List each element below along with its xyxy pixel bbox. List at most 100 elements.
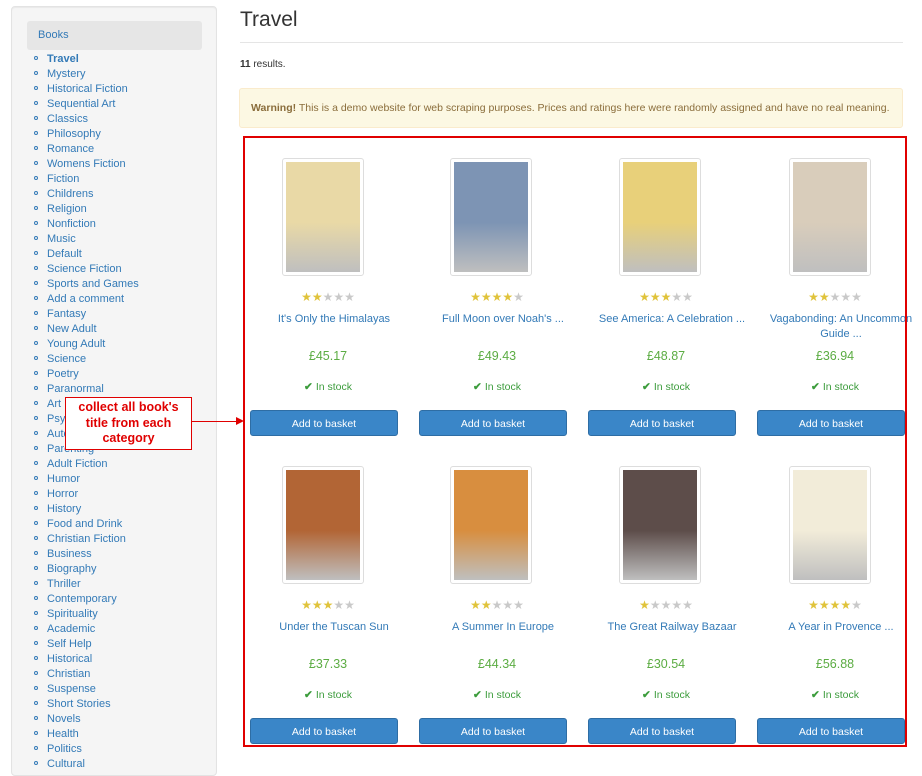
circle-bullet-icon (34, 56, 38, 60)
sidebar-item: Religion (18, 202, 139, 217)
category-link[interactable]: Religion (47, 203, 87, 215)
category-link[interactable]: Classics (47, 113, 88, 125)
results-number: 11 (240, 59, 251, 70)
selection-highlight-box (243, 136, 907, 747)
sidebar-item: Fantasy (18, 307, 139, 322)
sidebar-heading-books[interactable]: Books (27, 21, 202, 50)
category-link[interactable]: Historical Fiction (47, 83, 128, 95)
circle-bullet-icon (34, 116, 38, 120)
category-link[interactable]: Fantasy (47, 308, 86, 320)
sidebar-item: Business (18, 547, 139, 562)
sidebar-item: Music (18, 232, 139, 247)
circle-bullet-icon (34, 536, 38, 540)
category-link[interactable]: Suspense (47, 683, 96, 695)
sidebar: Books Travel Mystery Historical Fiction Seq… (11, 6, 217, 776)
category-link[interactable]: Politics (47, 743, 82, 755)
sidebar-item: Travel (18, 52, 139, 67)
category-link[interactable]: Humor (47, 473, 80, 485)
sidebar-item: Health (18, 727, 139, 742)
annotation-callout: collect all book's title from each categ… (65, 397, 192, 450)
sidebar-item: Young Adult (18, 337, 139, 352)
circle-bullet-icon (34, 611, 38, 615)
category-link[interactable]: Short Stories (47, 698, 111, 710)
category-link[interactable]: Sports and Games (47, 278, 139, 290)
results-label: results. (250, 59, 286, 70)
category-link[interactable]: Childrens (47, 188, 93, 200)
category-link[interactable]: Cultural (47, 758, 85, 770)
category-link[interactable]: New Adult (47, 323, 97, 335)
circle-bullet-icon (34, 86, 38, 90)
sidebar-item: Politics (18, 742, 139, 757)
category-link[interactable]: Womens Fiction (47, 158, 126, 170)
category-link[interactable]: Self Help (47, 638, 92, 650)
sidebar-item: Horror (18, 487, 139, 502)
circle-bullet-icon (34, 686, 38, 690)
category-link[interactable]: Academic (47, 623, 95, 635)
category-link[interactable]: Philosophy (47, 128, 101, 140)
category-link[interactable]: Music (47, 233, 76, 245)
results-count: 11 results. (240, 59, 286, 70)
sidebar-item: History (18, 502, 139, 517)
category-link[interactable]: Mystery (47, 68, 86, 80)
sidebar-item: Historical (18, 652, 139, 667)
category-link[interactable]: Add a comment (47, 293, 124, 305)
sidebar-item: Academic (18, 622, 139, 637)
circle-bullet-icon (34, 311, 38, 315)
circle-bullet-icon (34, 476, 38, 480)
category-link[interactable]: Fiction (47, 173, 79, 185)
category-link[interactable]: Paranormal (47, 383, 104, 395)
category-link[interactable]: Business (47, 548, 92, 560)
warning-strong: Warning! (251, 102, 297, 114)
annotation-arrow-head-icon (236, 417, 244, 425)
sidebar-item: Short Stories (18, 697, 139, 712)
category-link[interactable]: Science Fiction (47, 263, 122, 275)
category-link[interactable]: Adult Fiction (47, 458, 108, 470)
sidebar-item: Add a comment (18, 292, 139, 307)
category-link[interactable]: Spirituality (47, 608, 98, 620)
category-link[interactable]: Default (47, 248, 82, 260)
category-link[interactable]: Christian Fiction (47, 533, 126, 545)
category-link[interactable]: Thriller (47, 578, 81, 590)
category-link[interactable]: Travel (47, 53, 79, 65)
circle-bullet-icon (34, 716, 38, 720)
sidebar-item: Nonfiction (18, 217, 139, 232)
category-link[interactable]: Biography (47, 563, 97, 575)
category-link[interactable]: Horror (47, 488, 78, 500)
circle-bullet-icon (34, 266, 38, 270)
sidebar-item: Humor (18, 472, 139, 487)
category-link[interactable]: Sequential Art (47, 98, 116, 110)
circle-bullet-icon (34, 221, 38, 225)
category-link[interactable]: Nonfiction (47, 218, 96, 230)
category-link[interactable]: History (47, 503, 81, 515)
sidebar-item: Christian (18, 667, 139, 682)
sidebar-item: Sequential Art (18, 97, 139, 112)
circle-bullet-icon (34, 701, 38, 705)
sidebar-item: Default (18, 247, 139, 262)
circle-bullet-icon (34, 446, 38, 450)
category-link[interactable]: Christian (47, 668, 90, 680)
category-link[interactable]: Novels (47, 713, 81, 725)
category-link[interactable]: Contemporary (47, 593, 117, 605)
category-link[interactable]: Poetry (47, 368, 79, 380)
category-link[interactable]: Romance (47, 143, 94, 155)
category-link[interactable]: Young Adult (47, 338, 105, 350)
category-link[interactable]: Historical (47, 653, 92, 665)
circle-bullet-icon (34, 146, 38, 150)
category-link[interactable]: Food and Drink (47, 518, 122, 530)
category-link[interactable]: Health (47, 728, 79, 740)
circle-bullet-icon (34, 746, 38, 750)
circle-bullet-icon (34, 416, 38, 420)
circle-bullet-icon (34, 341, 38, 345)
circle-bullet-icon (34, 296, 38, 300)
circle-bullet-icon (34, 371, 38, 375)
sidebar-item: Christian Fiction (18, 532, 139, 547)
page-title: Travel (240, 8, 298, 31)
category-link[interactable]: Science (47, 353, 86, 365)
sidebar-item: Science (18, 352, 139, 367)
sidebar-item: Childrens (18, 187, 139, 202)
warning-text: This is a demo website for web scraping … (296, 102, 890, 114)
sidebar-item: Novels (18, 712, 139, 727)
category-link[interactable]: Art (47, 398, 61, 410)
sidebar-item: Biography (18, 562, 139, 577)
sidebar-item: Philosophy (18, 127, 139, 142)
